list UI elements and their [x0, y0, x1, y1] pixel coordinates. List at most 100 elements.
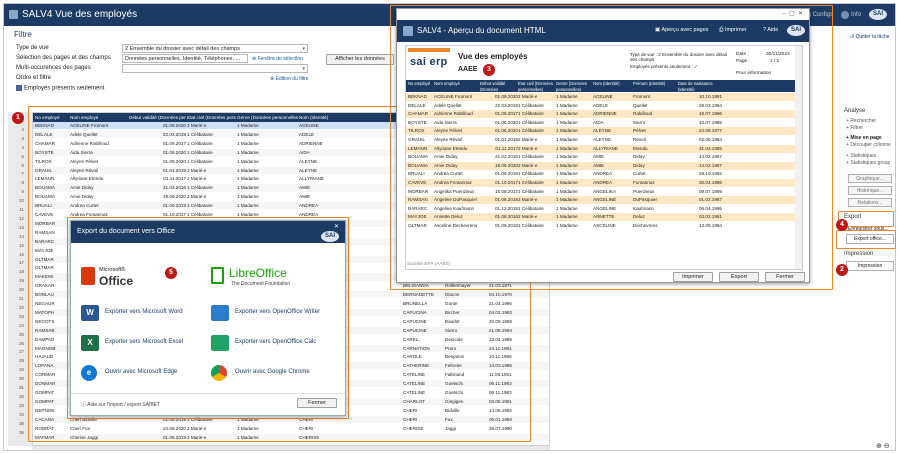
preview-title: SALV4 - Aperçu du document HTML [417, 26, 546, 35]
info-note: Pour information [736, 71, 772, 76]
preview-cell: ALEYNE [593, 128, 612, 134]
analyse-heading: Analyse [844, 108, 866, 114]
layout-item[interactable]: + Mise en page [846, 135, 882, 141]
preview-cell: BEKNAD [408, 94, 427, 99]
preview-cell: Rabilloud [633, 111, 653, 117]
preview-export-button[interactable]: Export [719, 272, 759, 282]
preview-cell: Andrea Curtet [434, 171, 463, 177]
export-option[interactable]: X Exporter vers Microsoft Excel [81, 335, 209, 353]
edit-filter-link[interactable]: ⊕ Edition du filtre [270, 76, 309, 82]
pages-field[interactable]: Données personnelles, Identité, Téléphon… [122, 54, 248, 63]
search-item[interactable]: + Rechercher [846, 118, 876, 124]
preview-row: BOYSTE Aida Sierra 01.06.2020 1 Célibataire… [406, 118, 796, 127]
preview-cell: 01.11.2017 [495, 145, 518, 151]
row-number: 32 [19, 393, 24, 399]
meta-date: Date : 30/11/2023 [736, 52, 790, 57]
meta-page: Page : 1 / 1 [736, 59, 780, 64]
checkbox-checked[interactable] [16, 85, 22, 91]
selection-window-link[interactable]: ⊕ Fenêtre de sélection [252, 56, 303, 62]
export-option[interactable]: e Ouvrir avec Microsoft Edge [81, 365, 209, 383]
preview-cell: 01.12.2019 [495, 205, 518, 211]
row-number: 31 [19, 385, 24, 390]
page-preview-button[interactable]: ▣ Aperçu avec pages [655, 27, 709, 33]
print-button[interactable]: Impression [846, 261, 894, 271]
preview-row: GRAUIL Aleyne Révoil 01.01.2019 2 Marié-e 1 … [406, 136, 796, 145]
preview-row: CHAMAR Adrienne Rabilloud 01.09.2017 1 Céli… [406, 110, 796, 119]
quit-task-link[interactable]: ↺ Quitter la tâche [850, 34, 890, 40]
row-number: 7 [21, 171, 24, 177]
chart-button[interactable]: Graphique... [848, 174, 892, 183]
zoom-controls[interactable]: ⊕ ⊖ [876, 442, 890, 450]
badge-5: 5 [165, 267, 177, 279]
group-statistics-item[interactable]: + Statistiques group [846, 160, 890, 166]
preview-cell: ALLYRIANE [593, 145, 618, 151]
row-number: 4 [21, 144, 24, 150]
preview-cell: 1 Madame [556, 102, 578, 108]
company-code: AAEE [458, 66, 478, 73]
preview-table-header: No employé Nom employé Début validité (Don… [406, 80, 796, 97]
preview-cell: Annette Deluz [434, 214, 463, 220]
dialog-title: Export du document vers Office [77, 228, 175, 235]
export-option-label: Ouvrir avec Google Chrome [235, 369, 310, 375]
preview-cell: 09.07.1999 [699, 188, 722, 194]
preview-row: BOUAMA Amie Diday 21.03.2016 1 Célibataire 1… [406, 153, 796, 162]
split-column-item[interactable]: + Découper colonne [846, 142, 891, 148]
badge-2: 2 [836, 264, 848, 276]
highlight-print [836, 230, 896, 249]
office-logo-icon [81, 267, 95, 285]
preview-cell: 1 Madame [556, 145, 578, 151]
show-data-button[interactable]: Afficher les données [326, 54, 394, 65]
help-button[interactable]: ? Aide [763, 27, 778, 33]
footer-company: Société EPA (AAEE) [407, 262, 451, 267]
multi-occurrences-select[interactable]: ▾ [122, 64, 308, 73]
export-option[interactable]: Ouvrir avec Google Chrome [211, 365, 339, 383]
filter-item[interactable]: + Filtrer [846, 125, 863, 131]
statistics-item[interactable]: + Statistiques [846, 153, 876, 159]
help-link[interactable]: ⓘ Aide sur l'import / export SAIBET [81, 401, 160, 408]
preview-column-header: Nom employé [434, 81, 460, 86]
preview-toolbar: SALV4 - Aperçu du document HTML ▣ Aperçu… [397, 20, 809, 42]
preview-cell: Puenzieux [633, 188, 655, 194]
preview-cell: Aleyne Révoil [434, 137, 463, 142]
view-type-select[interactable]: 2 Ensemble du dossier avec détail des ch… [122, 44, 308, 53]
row-number: 30 [19, 376, 24, 382]
preview-cell: Andrea Fontannaz [434, 180, 472, 185]
info-button[interactable]: Info [840, 9, 861, 20]
preview-close-button[interactable]: Fermer [765, 272, 805, 282]
horizontal-scrollbar[interactable] [32, 446, 550, 450]
preview-cell: Dechevrens [633, 223, 658, 228]
history-button[interactable]: Historique... [848, 186, 892, 195]
preview-cell: ANGELINE [593, 205, 617, 211]
preview-cell: 01.08.2016 [495, 214, 518, 220]
preview-cell: 22.03.2019 [495, 102, 518, 108]
preview-print-button[interactable]: Imprimer [673, 272, 713, 282]
preview-cell: 1 Madame [556, 171, 578, 177]
dialog-close-button[interactable]: Fermer [297, 398, 337, 408]
office-label: Office [99, 274, 134, 288]
preview-cell: Aida Sierra [434, 119, 457, 125]
row-number: 36 [19, 429, 24, 435]
close-icon[interactable]: ✕ [334, 223, 339, 230]
preview-cell: Etendu [633, 145, 648, 151]
meta-present: Employés présents seulement : ✓ [630, 64, 698, 69]
preview-cell: 1 Madame [556, 214, 578, 220]
preview-cell: 31.03.1985 [699, 145, 722, 151]
preview-cell: DELALE [408, 102, 426, 108]
preview-cell: 24.09.1977 [699, 128, 722, 134]
present-employees-checkbox[interactable]: Employés présents seulement [16, 85, 104, 92]
preview-cell: 1 Madame [556, 119, 578, 125]
preview-cell: 01.09.2020 [495, 94, 518, 99]
preview-scrollbar[interactable] [795, 46, 802, 269]
row-number: 12 [19, 215, 24, 221]
window-controls[interactable]: – ▢ ✕ [782, 10, 803, 17]
print-preview-button[interactable]: ⎙ Imprimer [719, 27, 747, 34]
export-option[interactable]: Exporter vers OpenOffice Calc [211, 335, 339, 353]
preview-cell: BOYSTE [408, 119, 427, 125]
preview-row: TILROX Aleyne Pèlvet 01.06.2020 1 Célibatai… [406, 127, 796, 136]
relations-button[interactable]: Relations... [848, 198, 892, 207]
row-number: 24 [19, 322, 24, 328]
preview-row: BRUALI Andrea Curtet 01.09.2019 1 Célibatai… [406, 170, 796, 179]
export-option[interactable]: W Exporter vers Microsoft Word [81, 305, 209, 323]
preview-cell: 14.02.1987 [699, 154, 722, 160]
export-option[interactable]: Exporter vers OpenOffice Writer [211, 305, 339, 323]
